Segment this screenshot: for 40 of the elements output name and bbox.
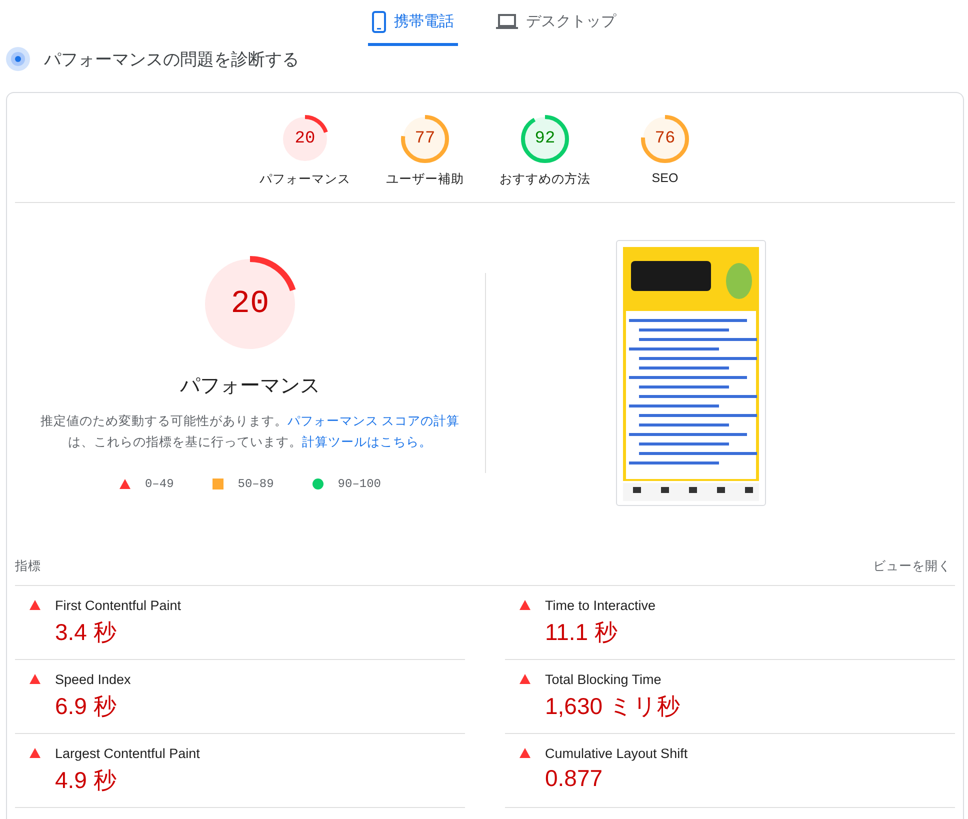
metric-value: 11.1 秒 [545, 618, 618, 647]
radar-icon [6, 47, 30, 71]
metric-name: Total Blocking Time [545, 672, 662, 687]
score-calculation-link[interactable]: パフォーマンス スコアの計算 [287, 414, 460, 428]
legend-label: 50–89 [238, 476, 274, 490]
metric-value: 0.877 [545, 765, 604, 792]
category-label: おすすめの方法 [500, 171, 590, 188]
metric-value: 1,630 ミリ秒 [545, 692, 680, 721]
score-value: 20 [294, 130, 316, 148]
score-value: 77 [414, 130, 436, 148]
metric-value: 6.9 秒 [55, 692, 118, 721]
category-title: パフォーマンス [180, 374, 320, 398]
score-description: 推定値のため変動する可能性があります。パフォーマンス スコアの計算 は、これらの指標を基に行っています。計算ツールはこちら。 [40, 412, 460, 450]
metrics-title: 指標 [15, 558, 41, 574]
device-tab[interactable]: デスクトップ [492, 0, 620, 46]
metric-name: Largest Contentful Paint [55, 746, 200, 761]
metric-name: Speed Index [55, 672, 131, 687]
section-title: パフォーマンスの問題を診断する [44, 48, 299, 70]
metric-name: Time to Interactive [545, 598, 656, 613]
laptop-icon [496, 14, 518, 30]
metric-value: 4.9 秒 [55, 766, 118, 795]
score-value: 76 [654, 130, 676, 148]
legend-label: 0–49 [144, 476, 174, 490]
score-gauge [401, 115, 449, 163]
view-toggle-button[interactable]: ビューを開く [869, 558, 955, 574]
phone-icon [372, 10, 386, 32]
category-label: SEO [652, 171, 678, 185]
score-value: 20 [230, 288, 270, 320]
legend-label: 90–100 [338, 476, 382, 490]
calculator-link[interactable]: 計算ツールはこちら。 [302, 434, 432, 448]
score-gauge [641, 115, 689, 163]
category-label: パフォーマンス [260, 171, 350, 188]
device-tab[interactable]: 携帯電話 [368, 0, 458, 46]
metric-value: 3.4 秒 [55, 618, 118, 647]
score-value: 92 [534, 130, 556, 148]
score-gauge [281, 115, 329, 163]
score-gauge [521, 115, 569, 163]
category-label: ユーザー補助 [386, 171, 464, 188]
metric-name: First Contentful Paint [55, 598, 182, 613]
metric-name: Cumulative Layout Shift [545, 746, 688, 761]
